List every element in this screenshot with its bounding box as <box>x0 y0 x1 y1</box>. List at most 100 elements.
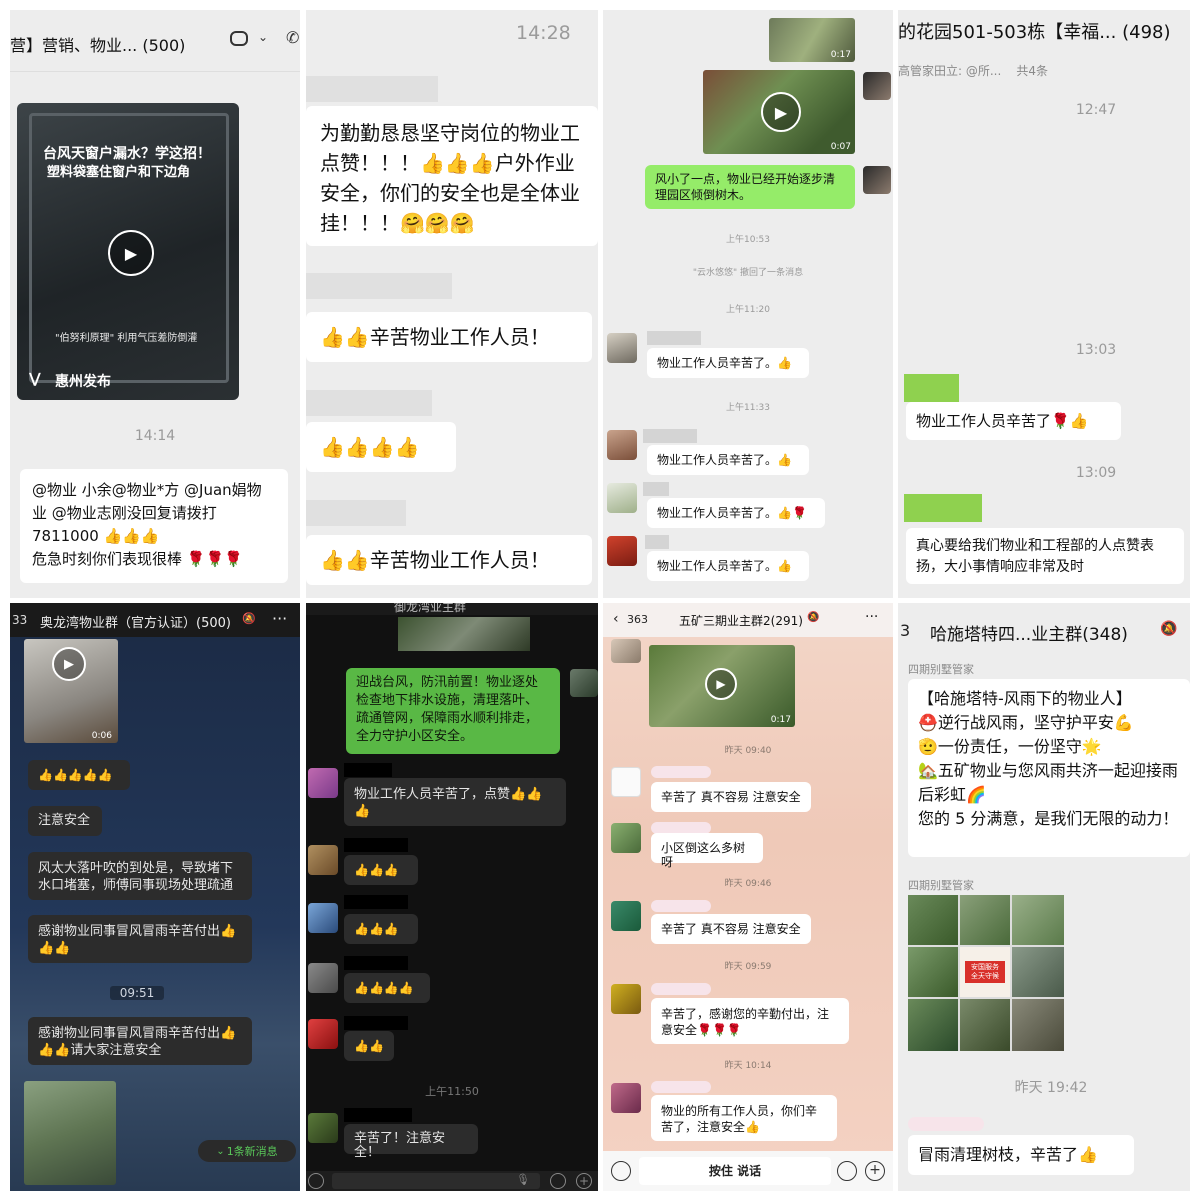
message-bubble[interactable]: 小区倒这么多树呀 <box>651 833 763 869</box>
hold-to-talk-button[interactable]: 按住 说话 <box>639 1157 831 1185</box>
avatar[interactable] <box>611 767 641 797</box>
message-bubble[interactable]: 迎战台风，防汛前置！物业逐处检查地下排水设施，清理落叶、疏通管网，保障雨水顺利排… <box>346 668 560 754</box>
chat-bubble-icon[interactable] <box>230 31 248 46</box>
mute-icon: 🔕 <box>242 612 256 625</box>
chat-title[interactable]: 营】营销、物业... (500) <box>10 32 185 56</box>
video-thumbnail[interactable]: ▶ 0:07 <box>703 70 855 154</box>
emoji-icon[interactable] <box>837 1161 857 1181</box>
message-bubble[interactable]: 辛苦了 真不容易 注意安全 <box>651 914 811 944</box>
chat-title[interactable]: 五矿三期业主群2(291) <box>679 612 803 629</box>
message-bubble[interactable]: 冒雨清理树枝，辛苦了👍 <box>908 1135 1134 1175</box>
message-bubble[interactable]: 👍👍 <box>344 1031 394 1061</box>
message-bubble[interactable]: 👍👍辛苦物业工作人员！ <box>306 535 592 585</box>
play-icon[interactable]: ▶ <box>108 230 154 276</box>
message-bubble[interactable]: 物业工作人员辛苦了。👍🌹 <box>647 498 825 528</box>
avatar[interactable] <box>863 72 891 100</box>
message-bubble[interactable]: 👍👍👍 <box>344 855 418 885</box>
avatar[interactable] <box>611 984 641 1014</box>
message-bubble[interactable]: 为勤勤恳恳坚守岗位的物业工点赞！！！👍👍👍户外作业安全，你们的安全也是全体业挂！… <box>306 106 598 246</box>
avatar[interactable] <box>611 639 641 663</box>
chat-panel-8: 3 哈施塔特四...业主群(348) 🔕 四期别墅管家 【哈施塔特-风雨下的物业… <box>898 603 1190 1191</box>
pinned-text: 高管家田立: @所... <box>898 64 1002 78</box>
avatar[interactable] <box>611 901 641 931</box>
timestamp: 昨天 09:40 <box>724 746 772 756</box>
play-icon[interactable]: ▶ <box>705 668 737 700</box>
more-icon[interactable]: ··· <box>272 609 287 628</box>
image-thumbnail[interactable] <box>398 617 530 651</box>
unread-badge[interactable]: 363 <box>627 613 648 626</box>
message-bubble[interactable]: 👍👍👍 <box>344 914 418 944</box>
video-thumbnail[interactable]: ▶ 0:06 <box>24 639 118 743</box>
avatar[interactable] <box>607 483 637 513</box>
emoji-icon[interactable] <box>550 1173 566 1189</box>
chat-title[interactable]: 的花园501-503栋【幸福... (498) <box>898 18 1171 44</box>
avatar[interactable] <box>607 333 637 363</box>
pinned-notice[interactable]: 高管家田立: @所... 共4条 <box>898 60 1188 88</box>
chat-header: ‹ 363 五矿三期业主群2(291) 🔕 ··· <box>603 603 893 637</box>
video-thumbnail[interactable]: 0:17 <box>769 18 855 62</box>
avatar[interactable] <box>308 903 338 933</box>
message-bubble[interactable]: 【哈施塔特-风雨下的物业人】 ⛑️逆行战风雨，坚守护平安💪 🫡一份责任，一份坚守… <box>908 679 1190 857</box>
message-bubble[interactable]: 👍👍👍👍👍 <box>28 760 130 790</box>
message-input[interactable] <box>332 1173 540 1189</box>
avatar[interactable] <box>308 1113 338 1143</box>
photo-collage[interactable]: 安国服务 全天守候 <box>908 895 1064 1051</box>
avatar[interactable] <box>308 963 338 993</box>
message-bubble[interactable]: 物业工作人员辛苦了🌹👍 <box>906 402 1121 440</box>
message-bubble[interactable]: 感谢物业同事冒风冒雨辛苦付出👍👍👍请大家注意安全 <box>28 1017 252 1065</box>
video-thumbnail[interactable]: ▶ 0:17 <box>649 645 795 727</box>
message-bubble[interactable]: 物业工作人员辛苦了，点赞👍👍👍 <box>344 778 566 826</box>
add-icon[interactable]: + <box>865 1161 885 1181</box>
play-icon[interactable]: ▶ <box>761 92 801 132</box>
message-bubble[interactable]: 真心要给我们物业和工程部的人点赞表扬，大小事情响应非常及时 <box>906 528 1184 584</box>
avatar[interactable] <box>308 768 338 798</box>
avatar[interactable] <box>308 845 338 875</box>
avatar[interactable] <box>611 823 641 853</box>
video-card[interactable]: 台风天窗户漏水？学这招！ 塑料袋塞住窗户和下边角 ▶ "伯努利原理" 利用气压差… <box>17 103 239 400</box>
message-bubble[interactable]: 风小了一点，物业已经开始逐步清理园区倾倒树木。 <box>645 165 855 209</box>
message-bubble[interactable]: 物业的所有工作人员，你们辛苦了，注意安全👍 <box>651 1095 837 1141</box>
message-bubble[interactable]: 辛苦了，感谢您的辛勤付出，注意安全🌹🌹🌹 <box>651 998 849 1044</box>
unread-badge[interactable]: 3 <box>900 621 910 640</box>
avatar[interactable] <box>308 1019 338 1049</box>
avatar[interactable] <box>611 1083 641 1113</box>
message-bubble[interactable]: 风太大落叶吹的到处是，导致堵下水口堵塞，师傅同事现场处理疏通 <box>28 852 252 900</box>
chat-title[interactable]: 哈施塔特四...业主群(348) <box>930 620 1128 645</box>
add-icon[interactable]: + <box>576 1173 592 1189</box>
voice-icon[interactable] <box>308 1173 324 1189</box>
message-bubble[interactable]: @物业 小余@物业*方 @Juan娟物业 @物业志刚没回复请拨打7811000 … <box>20 469 288 583</box>
phone-icon[interactable]: ✆ <box>286 28 299 47</box>
message-bubble[interactable]: 物业工作人员辛苦了。👍 <box>647 551 809 581</box>
avatar[interactable] <box>863 166 891 194</box>
play-icon[interactable]: ▶ <box>52 647 86 681</box>
microphone-icon[interactable]: 🎙 <box>516 1173 530 1186</box>
message-bubble[interactable]: 注意安全 <box>28 806 102 836</box>
message-bubble[interactable]: 辛苦了 真不容易 注意安全 <box>651 782 811 812</box>
chat-title[interactable]: 奥龙湾物业群（官方认证）(500) <box>40 612 231 631</box>
chat-panel-7: ‹ 363 五矿三期业主群2(291) 🔕 ··· ▶ 0:17 昨天 09:4… <box>603 603 893 1191</box>
message-bubble[interactable]: 辛苦了！注意安全！ <box>344 1124 478 1160</box>
avatar[interactable] <box>607 536 637 566</box>
message-bubble[interactable]: 物业工作人员辛苦了。👍 <box>647 348 809 378</box>
sender-name-redacted <box>344 956 408 970</box>
more-icon[interactable]: ··· <box>865 609 878 625</box>
back-icon[interactable]: ‹ <box>613 611 619 627</box>
voice-icon[interactable] <box>611 1161 631 1181</box>
double-chevron-down-icon: ⌄ <box>216 1145 225 1157</box>
image-thumbnail[interactable] <box>24 1081 116 1185</box>
timestamp: 上午10:53 <box>726 235 770 245</box>
avatar[interactable] <box>570 669 598 697</box>
message-bubble[interactable]: 👍👍👍👍 <box>344 973 430 1003</box>
avatar[interactable] <box>607 430 637 460</box>
message-bubble[interactable]: 👍👍👍👍 <box>306 422 456 472</box>
message-bubble[interactable]: 👍👍辛苦物业工作人员！ <box>306 312 592 362</box>
message-bubble[interactable]: 物业工作人员辛苦了。👍 <box>647 445 809 475</box>
unread-badge[interactable]: 33 <box>12 613 27 627</box>
message-bubble[interactable]: 感谢物业同事冒风冒雨辛苦付出👍👍👍 <box>28 915 252 963</box>
chat-title[interactable]: 御龙湾业主群 <box>394 603 466 615</box>
photo <box>960 999 1010 1051</box>
chevron-down-icon[interactable]: ⌄ <box>258 30 268 44</box>
sender-name-redacted <box>344 1016 408 1030</box>
video-caption: "伯努利原理" 利用气压差防倒灌 <box>55 333 198 344</box>
new-message-pill[interactable]: ⌄ 1条新消息 <box>198 1140 296 1162</box>
